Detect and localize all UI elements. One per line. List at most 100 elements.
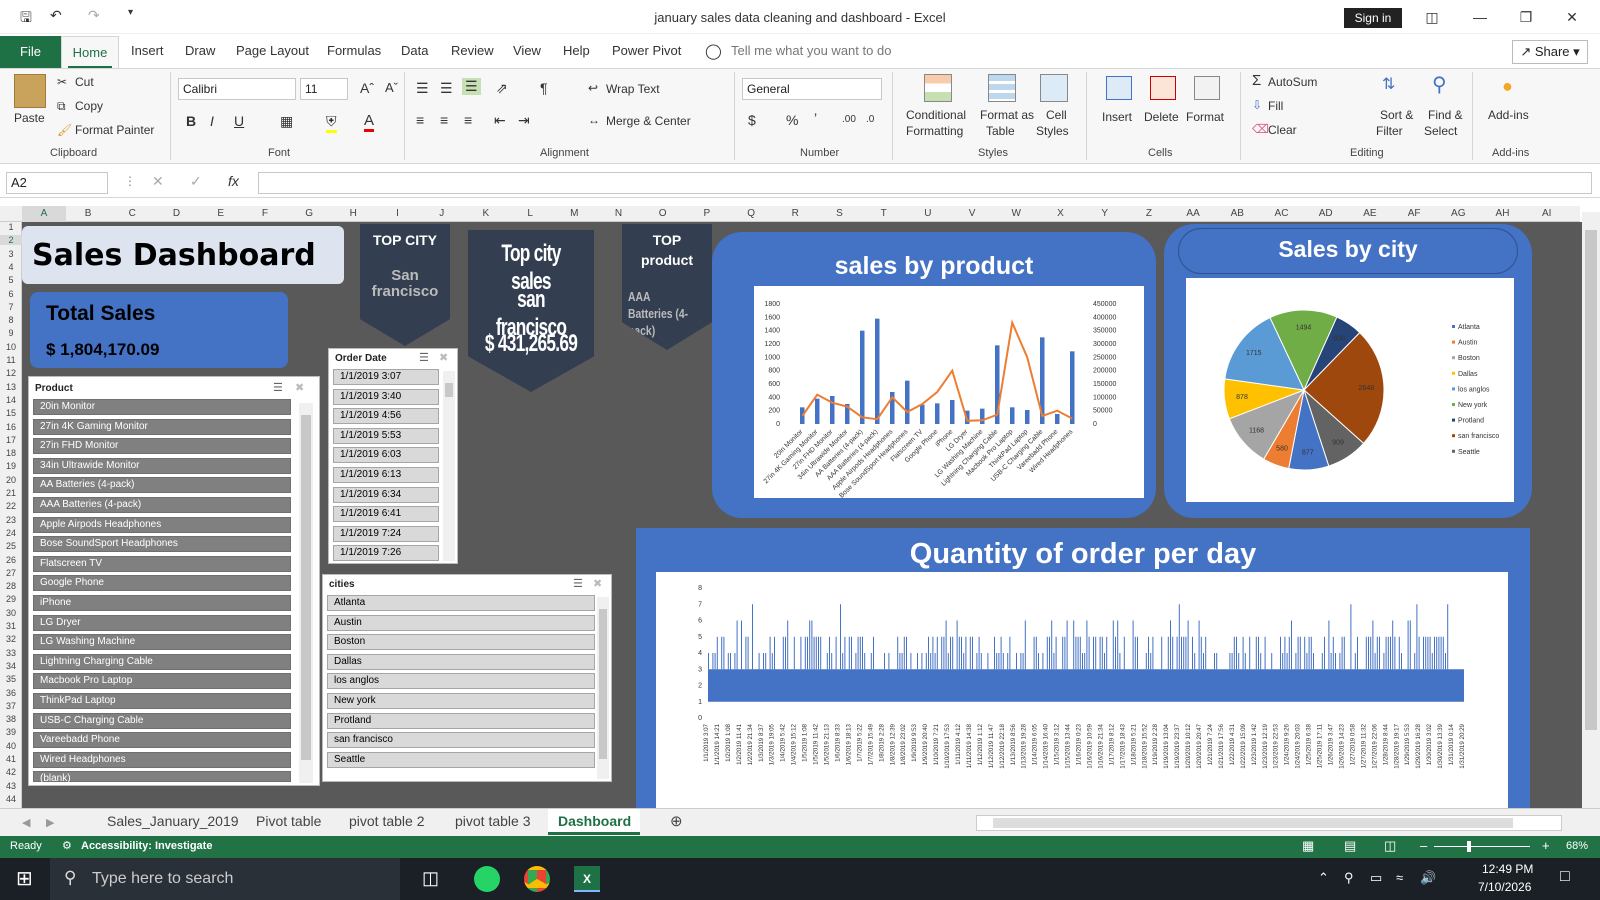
zoom-out-icon[interactable]: –	[1420, 838, 1427, 853]
row-header[interactable]: 23	[0, 515, 22, 525]
tab-data[interactable]: Data	[401, 43, 428, 58]
row-header[interactable]: 40	[0, 741, 22, 751]
column-header[interactable]: U	[906, 206, 950, 222]
clear-filter-icon[interactable]: ✖	[439, 351, 448, 364]
column-header[interactable]: R	[773, 206, 817, 222]
cell-styles-icon[interactable]	[1040, 74, 1068, 102]
column-header[interactable]: K	[464, 206, 508, 222]
row-header[interactable]: 35	[0, 674, 22, 684]
row-header[interactable]: 3	[0, 249, 22, 259]
row-header[interactable]: 16	[0, 422, 22, 432]
chrome-icon[interactable]	[524, 866, 550, 892]
row-header[interactable]: 18	[0, 448, 22, 458]
orientation-icon[interactable]: ⇗	[496, 80, 508, 97]
slicer-item[interactable]: san francisco	[327, 732, 595, 749]
slicer-item[interactable]: 27in FHD Monitor	[33, 438, 291, 455]
taskbar-search-input[interactable]: Type here to search	[92, 870, 233, 888]
horizontal-scroll-thumb[interactable]	[993, 818, 1513, 828]
align-middle-icon[interactable]: ☰	[440, 80, 453, 97]
column-header[interactable]: O	[641, 206, 685, 222]
find-select-label[interactable]: Find &	[1428, 108, 1463, 122]
next-sheet-icon[interactable]: ▶	[46, 816, 54, 829]
row-header[interactable]: 5	[0, 275, 22, 285]
slicer-item[interactable]: AA Batteries (4-pack)	[33, 477, 291, 494]
insert-cells-icon[interactable]	[1106, 76, 1132, 100]
row-header[interactable]: 1	[0, 222, 22, 232]
vertical-scrollbar[interactable]	[1582, 212, 1600, 808]
conditional-formatting-label-2[interactable]: Formatting	[906, 124, 963, 138]
prev-sheet-icon[interactable]: ◀	[22, 816, 30, 829]
slicer-item[interactable]: 1/1/2019 6:34	[333, 486, 439, 503]
sort-filter-label[interactable]: Sort &	[1380, 108, 1413, 122]
close-icon[interactable]: ✕	[1552, 6, 1592, 28]
slicer-item[interactable]: Bose SoundSport Headphones	[33, 536, 291, 553]
zoom-level[interactable]: 68%	[1566, 840, 1588, 852]
ribbon-display-icon[interactable]: ◫	[1412, 6, 1452, 28]
column-header[interactable]: N	[596, 206, 640, 222]
row-header[interactable]: 34	[0, 661, 22, 671]
merge-center-button[interactable]: Merge & Center	[606, 114, 691, 128]
slicer-item[interactable]: Atlanta	[327, 595, 595, 611]
minimize-icon[interactable]: —	[1460, 6, 1500, 28]
column-header[interactable]: G	[287, 206, 331, 222]
row-header[interactable]: 25	[0, 541, 22, 551]
sheet-tab-sales-january[interactable]: Sales_January_2019	[107, 813, 239, 829]
row-header[interactable]: 11	[0, 355, 22, 365]
tab-power-pivot[interactable]: Power Pivot	[612, 43, 681, 58]
column-header[interactable]: AF	[1392, 206, 1436, 222]
column-header[interactable]: P	[685, 206, 729, 222]
slicer-item[interactable]: ThinkPad Laptop	[33, 693, 291, 709]
page-layout-view-icon[interactable]: ▤	[1344, 838, 1356, 854]
windows-start-icon[interactable]: ⊞	[16, 866, 33, 891]
horizontal-scrollbar[interactable]	[976, 815, 1562, 831]
column-header[interactable]: AH	[1480, 206, 1524, 222]
percent-icon[interactable]: %	[786, 112, 798, 128]
number-format-combo[interactable]: General	[742, 78, 882, 100]
format-cells-button[interactable]: Format	[1186, 110, 1224, 124]
paste-icon[interactable]	[14, 74, 46, 108]
row-header[interactable]: 10	[0, 342, 22, 352]
slicer-item[interactable]: 1/1/2019 3:07	[333, 369, 439, 385]
column-header[interactable]: C	[110, 206, 154, 222]
column-header[interactable]: M	[552, 206, 596, 222]
row-header[interactable]: 32	[0, 634, 22, 644]
delete-cells-button[interactable]: Delete	[1144, 110, 1179, 124]
clock-date[interactable]: 7/10/2026	[1478, 880, 1531, 894]
sheet-tab-pivot-table-3[interactable]: pivot table 3	[455, 813, 531, 829]
cancel-icon[interactable]: ✕	[152, 173, 164, 190]
column-header[interactable]: F	[243, 206, 287, 222]
conditional-formatting-icon[interactable]	[924, 74, 952, 102]
slicer-item[interactable]: 1/1/2019 6:03	[333, 447, 439, 464]
align-bottom-icon[interactable]: ☰	[462, 78, 481, 95]
row-header[interactable]: 22	[0, 501, 22, 511]
slicer-item[interactable]: 1/1/2019 5:53	[333, 427, 439, 444]
wrap-text-button[interactable]: Wrap Text	[606, 82, 660, 96]
slicer-item[interactable]: 1/1/2019 3:40	[333, 388, 439, 405]
column-header[interactable]: Z	[1127, 206, 1171, 222]
slicer-item[interactable]: iPhone	[33, 595, 291, 611]
column-header[interactable]: AD	[1304, 206, 1348, 222]
row-header[interactable]: 43	[0, 781, 22, 791]
row-header[interactable]: 41	[0, 754, 22, 764]
slicer-item[interactable]: Vareebadd Phone	[33, 732, 291, 749]
row-header[interactable]: 29	[0, 594, 22, 604]
tab-page-layout[interactable]: Page Layout	[236, 43, 309, 58]
task-view-icon[interactable]: ◫	[422, 868, 439, 889]
multi-select-icon[interactable]: ☰	[273, 381, 283, 394]
bold-icon[interactable]: B	[186, 113, 196, 129]
slicer-item[interactable]: Dallas	[327, 653, 595, 670]
format-as-table-label[interactable]: Format as	[980, 108, 1034, 122]
column-header[interactable]: Y	[1083, 206, 1127, 222]
slicer-item[interactable]: Flatscreen TV	[33, 555, 291, 572]
row-header[interactable]: 37	[0, 701, 22, 711]
row-header[interactable]: 2	[0, 235, 22, 246]
row-header[interactable]: 14	[0, 395, 22, 405]
slicer-item[interactable]: New york	[327, 693, 595, 709]
page-break-view-icon[interactable]: ◫	[1384, 838, 1396, 854]
multi-select-icon[interactable]: ☰	[419, 351, 429, 364]
column-header[interactable]: H	[331, 206, 375, 222]
clear-filter-icon[interactable]: ✖	[295, 381, 304, 394]
row-header[interactable]: 8	[0, 315, 22, 325]
sort-filter-icon[interactable]: ⇅	[1382, 74, 1395, 94]
currency-icon[interactable]: $	[748, 112, 756, 128]
